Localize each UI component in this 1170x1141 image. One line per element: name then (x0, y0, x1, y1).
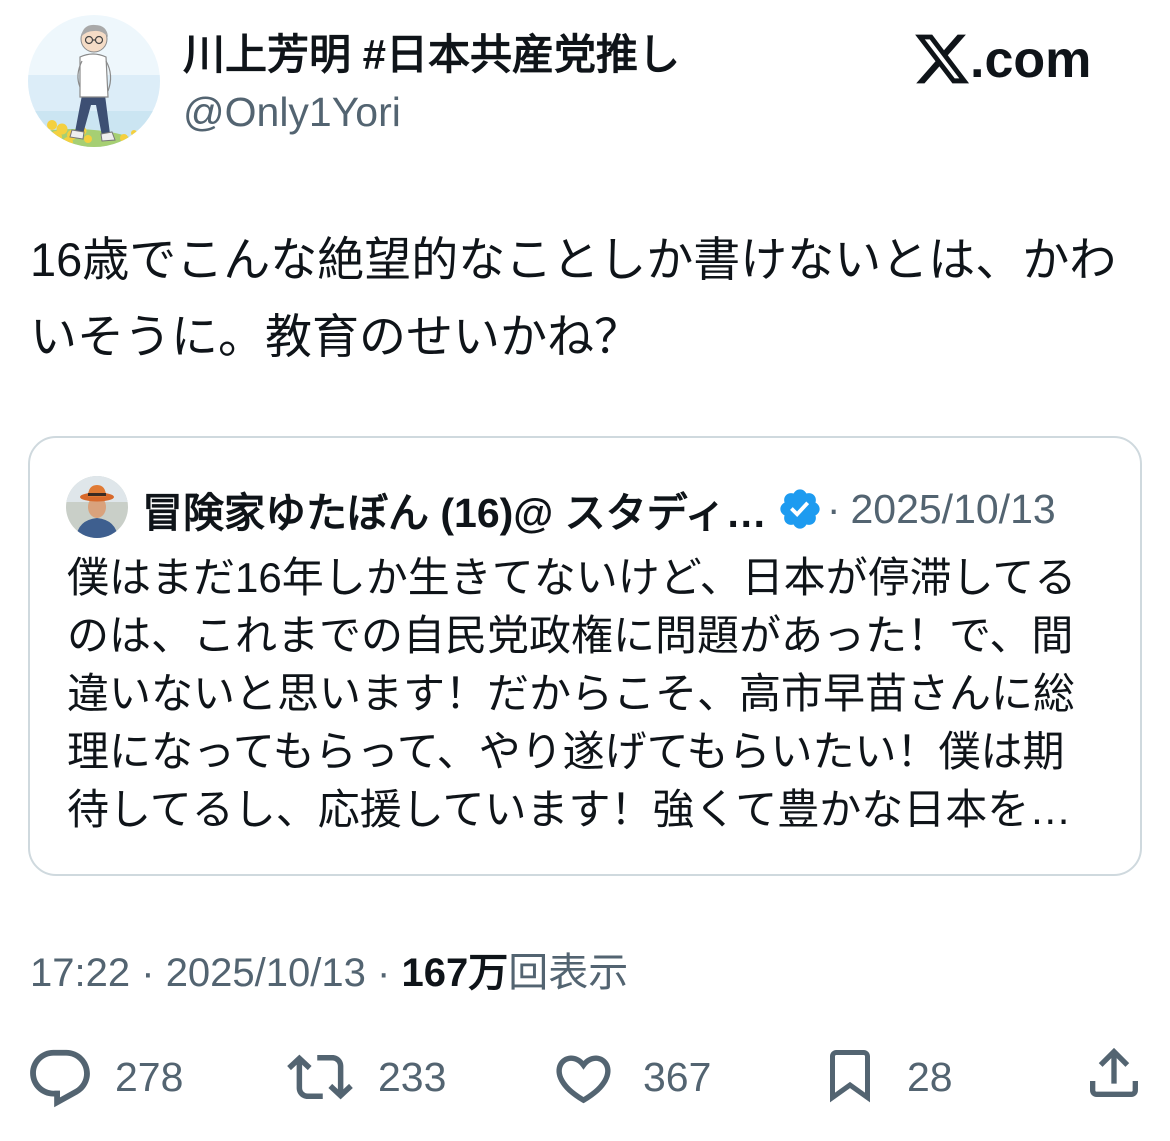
tweet-date: 2025/10/13 (165, 951, 366, 995)
quoted-text-line: 理になってもらって、やり遂げてもらいたい！僕は期 (67, 728, 1065, 775)
brand-domain-suffix: .com (970, 31, 1092, 89)
author-display-name[interactable]: 川上芳明 #日本共産党推し (183, 30, 680, 80)
quoted-text-line: 僕はまだ16年しか生きてないけど、日本が停滞してる (67, 554, 1077, 601)
quoted-author-avatar-image (66, 476, 128, 538)
tweet-text: 16歳でこんな絶望的なことしか書けないとは、かわ いそうに。教育のせいかね？ (30, 221, 1116, 375)
quoted-author-name: 冒険家ゆたぼん (16)@ スタディ… (142, 490, 767, 536)
quoted-author-avatar (66, 476, 128, 538)
retweet-count: 233 (378, 1054, 447, 1100)
x-logo-icon (915, 34, 970, 84)
quote-date-separator: · (826, 485, 841, 532)
reply-icon (30, 1049, 90, 1108)
quote-date: 2025/10/13 (850, 485, 1056, 532)
views-link[interactable]: 167万回表示 (401, 951, 628, 995)
author-handle[interactable]: @Only1Yori (183, 87, 401, 137)
views-label: 回表示 (508, 951, 629, 995)
share-icon (1090, 1047, 1138, 1097)
reply-button[interactable]: 278 (25, 1040, 195, 1114)
author-avatar[interactable] (28, 15, 160, 147)
retweet-button[interactable]: 233 (287, 1040, 457, 1114)
tweet-text-line: 16歳でこんな絶望的なことしか書けないとは、かわ (30, 233, 1117, 286)
quoted-tweet-card[interactable]: 冒険家ゆたぼん (16)@ スタディ… · 2025/10/13 僕はまだ16年… (28, 436, 1142, 876)
author-avatar-image (28, 15, 160, 147)
bookmark-count: 28 (907, 1054, 953, 1100)
quoted-tweet-header: 冒険家ゆたぼん (16)@ スタディ… · 2025/10/13 (142, 482, 1056, 537)
quoted-text-line: 待してるし、応援しています！強くて豊かな日本を… (67, 786, 1072, 833)
bookmark-icon (830, 1050, 870, 1103)
meta-separator: · (141, 951, 155, 995)
tweet-text-line: いそうに。教育のせいかね？ (30, 310, 641, 363)
meta-separator: · (377, 951, 391, 995)
reply-count: 278 (115, 1054, 184, 1100)
tweet-time: 17:22 (30, 951, 131, 995)
tweet-meta: 17:22 · 2025/10/13 · 167万回表示 (30, 948, 628, 998)
like-count: 367 (643, 1054, 712, 1100)
quoted-text-line: 違いないと思います！だからこそ、高市早苗さんに総 (67, 670, 1076, 717)
verified-badge-icon (780, 489, 820, 529)
quoted-text-line: のは、これまでの自民党政権に問題があった！で、間 (67, 612, 1074, 659)
views-count: 167万 (401, 951, 509, 995)
retweet-icon (287, 1054, 353, 1100)
share-button[interactable] (1082, 1040, 1152, 1114)
like-icon (556, 1055, 611, 1104)
quoted-tweet-text: 僕はまだ16年しか生きてないけど、日本が停滞してる のは、これまでの自民党政権に… (67, 549, 1076, 839)
like-button[interactable]: 367 (551, 1040, 721, 1114)
bookmark-button[interactable]: 28 (820, 1040, 960, 1114)
